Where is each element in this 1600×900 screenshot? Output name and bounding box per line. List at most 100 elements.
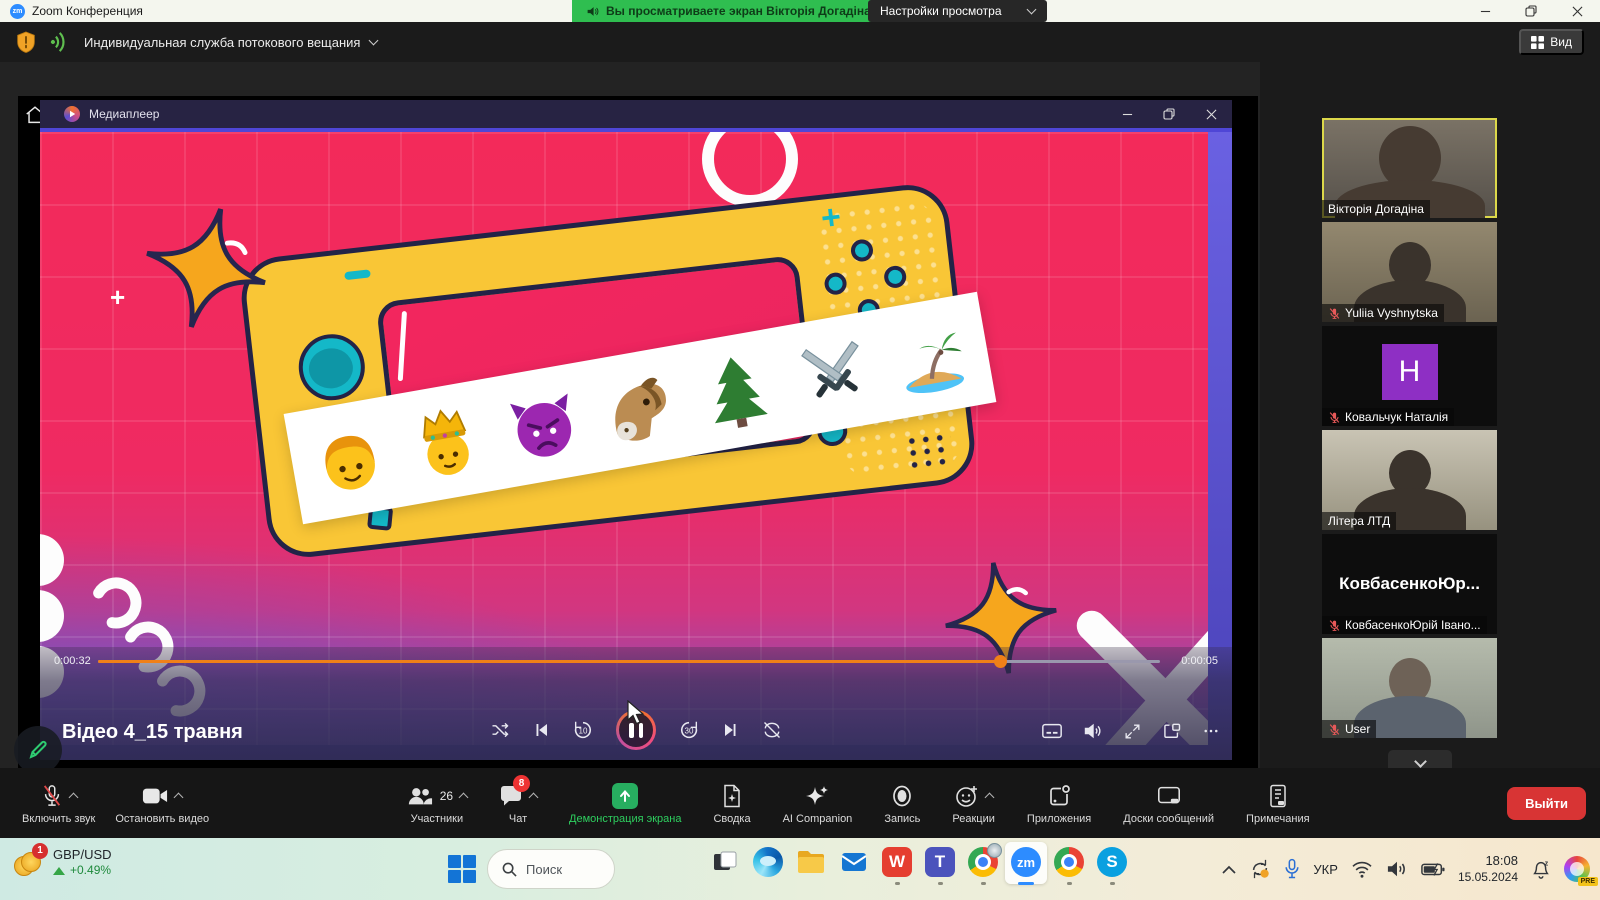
teams-icon: T xyxy=(925,847,955,877)
edge-icon xyxy=(753,847,783,877)
next-track-button[interactable] xyxy=(722,721,740,739)
taskbar-search[interactable]: Поиск xyxy=(487,849,615,889)
copilot-icon[interactable]: PRE xyxy=(1564,856,1590,882)
battery-icon[interactable] xyxy=(1421,860,1445,878)
file-explorer-button[interactable] xyxy=(795,846,827,892)
chat-label: Чат xyxy=(509,813,527,825)
notes-button[interactable]: Примечания xyxy=(1238,782,1318,825)
teams-button[interactable]: T xyxy=(924,846,956,892)
chrome-button[interactable] xyxy=(1053,846,1085,892)
muted-mic-icon xyxy=(1328,411,1341,424)
participant-name: Yuliia Vyshnytska xyxy=(1345,306,1438,320)
chat-button[interactable]: 8 Чат xyxy=(491,782,545,825)
record-button[interactable]: Запись xyxy=(876,782,928,825)
stop-video-button[interactable]: Остановить видео xyxy=(107,782,217,825)
stream-service-selector[interactable]: Индивидуальная служба потокового вещания xyxy=(84,35,377,50)
reactions-button[interactable]: Реакции xyxy=(944,782,1003,825)
summary-button[interactable]: Сводка xyxy=(705,782,758,825)
skip-back-10-button[interactable]: 10 xyxy=(572,719,594,741)
security-shield-icon[interactable] xyxy=(16,31,36,53)
skype-button[interactable]: S xyxy=(1096,846,1128,892)
apps-button[interactable]: Приложения xyxy=(1019,782,1099,825)
view-layout-button[interactable]: Вид xyxy=(1519,29,1584,55)
wps-office-button[interactable]: W xyxy=(881,846,913,892)
previous-track-button[interactable] xyxy=(532,721,550,739)
stream-info-bar: Индивидуальная служба потокового вещания… xyxy=(0,22,1600,62)
view-button-label: Вид xyxy=(1550,35,1572,49)
subtitles-button[interactable] xyxy=(1041,720,1063,742)
notifications-dnd-icon[interactable]: z xyxy=(1531,858,1551,880)
audio-options-chevron[interactable] xyxy=(68,793,78,803)
participant-tile[interactable]: Вікторія Догадіна xyxy=(1322,118,1497,218)
restore-button[interactable] xyxy=(1508,0,1554,22)
time-remaining: 0:00:05 xyxy=(1181,655,1218,667)
console-joystick xyxy=(295,331,368,404)
volume-button[interactable] xyxy=(1083,721,1103,741)
annotate-button[interactable] xyxy=(14,726,62,774)
participant-name: User xyxy=(1345,722,1370,736)
participant-tile[interactable]: КовбасенкоЮр... КовбасенкоЮрій Івано... xyxy=(1322,534,1497,634)
fullscreen-button[interactable] xyxy=(1123,722,1142,741)
close-button[interactable] xyxy=(1554,0,1600,22)
shuffle-button[interactable] xyxy=(490,720,510,740)
task-view-button[interactable] xyxy=(709,846,741,892)
tray-time: 18:08 xyxy=(1458,853,1518,870)
participants-chevron[interactable] xyxy=(459,793,469,803)
coins-icon: 1 xyxy=(14,848,44,878)
player-progress-handle[interactable] xyxy=(994,655,1007,668)
microphone-in-use-icon[interactable] xyxy=(1284,858,1300,880)
skype-icon: S xyxy=(1097,847,1127,877)
record-label: Запись xyxy=(884,813,920,825)
speaker-icon xyxy=(586,5,599,18)
unmute-button[interactable]: Включить звук xyxy=(14,782,103,825)
live-stream-icon xyxy=(50,32,70,52)
video-options-chevron[interactable] xyxy=(174,793,184,803)
chat-chevron[interactable] xyxy=(529,793,539,803)
hidden-icons-chevron[interactable] xyxy=(1222,865,1236,874)
close-button[interactable] xyxy=(1190,100,1232,128)
participant-tile[interactable]: Yuliia Vyshnytska xyxy=(1322,222,1497,322)
skip-forward-label: 30 xyxy=(685,727,694,736)
folder-icon xyxy=(796,849,826,875)
edge-button[interactable] xyxy=(752,846,784,892)
minimize-button[interactable] xyxy=(1106,100,1148,128)
unmute-label: Включить звук xyxy=(22,813,95,825)
language-indicator[interactable]: УКР xyxy=(1313,862,1338,877)
skip-forward-30-button[interactable]: 30 xyxy=(678,719,700,741)
ai-companion-button[interactable]: AI Companion xyxy=(775,782,861,825)
wifi-icon[interactable] xyxy=(1351,860,1373,878)
horse-emoji xyxy=(595,363,685,453)
stream-service-label: Индивидуальная служба потокового вещания xyxy=(84,35,360,50)
participant-tile[interactable]: User xyxy=(1322,638,1497,738)
minimize-button[interactable] xyxy=(1462,0,1508,22)
view-settings-button[interactable]: Настройки просмотра xyxy=(868,0,1047,22)
reactions-chevron[interactable] xyxy=(984,793,994,803)
clock[interactable]: 18:08 15.05.2024 xyxy=(1458,853,1518,885)
chevron-down-icon xyxy=(1414,755,1427,768)
start-button[interactable] xyxy=(448,855,476,883)
media-player-titlebar[interactable]: Медиаплеер xyxy=(40,100,1232,128)
volume-icon[interactable] xyxy=(1386,859,1408,879)
chrome-profile-button[interactable] xyxy=(967,846,999,892)
share-screen-button[interactable]: Демонстрация экрана xyxy=(561,782,689,825)
participants-button[interactable]: 26 Участники xyxy=(399,782,475,825)
summary-icon xyxy=(722,784,742,808)
mini-player-button[interactable] xyxy=(1162,721,1182,741)
restore-button[interactable] xyxy=(1148,100,1190,128)
more-options-button[interactable] xyxy=(1202,722,1220,740)
player-progress-bar[interactable] xyxy=(98,660,1160,663)
zoom-app-button[interactable]: zm xyxy=(1010,846,1042,892)
console-dash-button xyxy=(344,269,371,280)
stock-widget[interactable]: 1 GBP/USD +0.49% xyxy=(14,847,112,878)
mail-button[interactable] xyxy=(838,846,870,892)
participant-tile[interactable]: Літера ЛТД xyxy=(1322,430,1497,530)
zoom-toolbar: Включить звук Остановить видео xyxy=(0,768,1600,838)
system-tray: УКР 18:08 15.05.2024 z xyxy=(1222,838,1590,900)
task-view-icon xyxy=(712,849,738,875)
whiteboards-button[interactable]: Доски сообщений xyxy=(1115,782,1222,825)
leave-meeting-button[interactable]: Выйти xyxy=(1507,787,1586,820)
participant-tile[interactable]: Н Ковальчук Наталія xyxy=(1322,326,1497,426)
repeat-off-button[interactable] xyxy=(762,720,782,740)
media-player-title: Медиаплеер xyxy=(89,107,159,121)
sync-update-icon[interactable] xyxy=(1249,858,1271,880)
